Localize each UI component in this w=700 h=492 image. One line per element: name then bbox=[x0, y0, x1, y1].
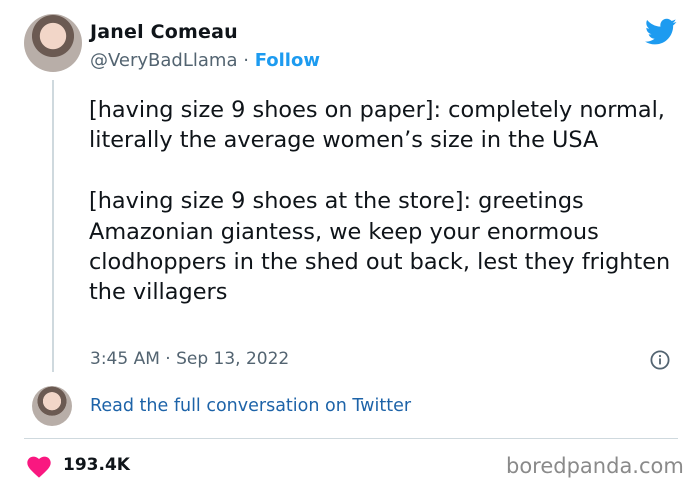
tweet-text: [having size 9 shoes on paper]: complete… bbox=[89, 97, 671, 306]
info-icon[interactable] bbox=[650, 350, 670, 370]
watermark: boredpanda.com bbox=[506, 454, 684, 478]
read-conversation-link[interactable]: Read the full conversation on Twitter bbox=[90, 396, 411, 416]
author-handle-row: @VeryBadLlama · Follow bbox=[90, 50, 320, 71]
divider bbox=[24, 438, 678, 439]
tweet-timestamp[interactable]: 3:45 AM · Sep 13, 2022 bbox=[90, 349, 289, 369]
twitter-bird-icon[interactable] bbox=[645, 18, 677, 46]
follow-button[interactable]: Follow bbox=[255, 50, 320, 71]
heart-icon[interactable] bbox=[27, 456, 51, 478]
thread-line bbox=[52, 80, 54, 372]
author-handle[interactable]: @VeryBadLlama bbox=[90, 50, 237, 71]
author-avatar-small[interactable] bbox=[32, 386, 72, 426]
author-avatar[interactable] bbox=[24, 14, 82, 72]
handle-separator: · bbox=[243, 50, 249, 71]
author-name[interactable]: Janel Comeau bbox=[90, 21, 238, 43]
like-count: 193.4K bbox=[63, 455, 130, 475]
